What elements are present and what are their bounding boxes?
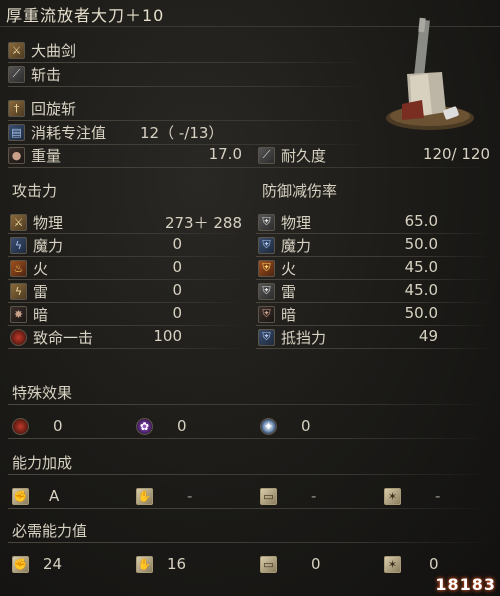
requirements-header: 必需能力值	[12, 522, 88, 540]
dexterity-icon: ✋	[136, 487, 153, 505]
durability-row: ⟋ 耐久度	[258, 145, 326, 165]
divider	[8, 508, 492, 509]
divider	[8, 542, 492, 543]
defense-dark-value: 50.0	[404, 304, 438, 322]
defense-row-fire: ⛨ 火	[258, 258, 296, 278]
divider	[8, 62, 368, 63]
defense-guard-value: 49	[418, 327, 438, 345]
lightning-icon: ϟ	[10, 282, 27, 300]
skill-row: † 回旋斩	[8, 98, 76, 118]
req-dexterity: ✋ 16	[136, 555, 187, 573]
weight-row: ● 重量	[8, 145, 61, 165]
shield-lightning-icon: ⛨	[258, 282, 275, 300]
weight-value: 17.0	[208, 145, 242, 163]
attack-row-lightning: ϟ 雷	[10, 281, 48, 301]
critical-icon	[10, 328, 27, 346]
attack-fire-value: 0	[172, 258, 182, 276]
weapon-type: 大曲剑	[31, 41, 77, 60]
fire-icon: ♨	[10, 259, 27, 277]
defense-row-lightning: ⛨ 雷	[258, 281, 296, 301]
weapon-class-icon: ⚔	[8, 41, 25, 59]
defense-lightning-value: 45.0	[404, 281, 438, 299]
attack-header: 攻击力	[12, 182, 58, 200]
req-faith: ✶ 0	[384, 554, 439, 574]
attack-physical-value: 273＋ 288	[164, 214, 242, 232]
effect-frost: ✦ 0	[260, 416, 311, 436]
magic-icon: ϟ	[10, 236, 27, 254]
attack-magic-value: 0	[172, 235, 182, 253]
scaling-strength: ✊ A	[12, 487, 60, 505]
effects-header: 特殊效果	[12, 384, 73, 402]
scaling-faith: ✶ -	[384, 486, 440, 506]
req-strength: ✊ 24	[12, 555, 63, 573]
durability-label: 耐久度	[281, 146, 327, 165]
divider	[8, 167, 492, 168]
strength-icon: ✊	[12, 555, 29, 573]
attack-type: 斩击	[31, 65, 62, 84]
attack-row-critical: 致命一击	[10, 327, 93, 347]
attack-type-row: ⟋ 斩击	[8, 64, 61, 84]
skill-name: 回旋斩	[31, 99, 77, 118]
divider	[8, 474, 492, 475]
weapon-stats-panel: 厚重流放者大刀＋10 ⚔ 大曲剑 ⟋ 斩击 † 回旋斩 ▤ 消耗专注值 12（ …	[0, 0, 500, 596]
durability-icon: ⟋	[258, 146, 275, 164]
attack-critical-value: 100	[153, 327, 182, 345]
frost-icon: ✦	[260, 417, 277, 435]
shield-magic-icon: ⛨	[258, 236, 275, 254]
fp-row: ▤ 消耗专注值	[8, 122, 106, 142]
defense-header: 防御减伤率	[262, 182, 338, 200]
shield-fire-icon: ⛨	[258, 259, 275, 277]
faith-icon: ✶	[384, 555, 401, 573]
scaling-dexterity: ✋ -	[136, 487, 193, 505]
attack-row-physical: ⚔ 物理	[10, 212, 63, 232]
fp-label: 消耗专注值	[31, 123, 107, 142]
fp-icon: ▤	[8, 123, 25, 141]
poison-icon: ✿	[136, 417, 153, 435]
watermark-logo: 18183	[435, 575, 496, 594]
effect-poison: ✿ 0	[136, 416, 187, 436]
effect-bleed: 0	[12, 416, 63, 436]
faith-icon: ✶	[384, 487, 401, 505]
req-intelligence: ▭ 0	[260, 554, 321, 574]
attack-dark-value: 0	[172, 304, 182, 322]
defense-row-magic: ⛨ 魔力	[258, 235, 311, 255]
attack-row-dark: ✸ 暗	[10, 304, 48, 324]
defense-physical-value: 65.0	[404, 212, 438, 230]
weapon-type-row: ⚔ 大曲剑	[8, 40, 76, 60]
intelligence-icon: ▭	[260, 487, 277, 505]
fp-value: 12（ -/13）	[140, 124, 224, 142]
sword-icon: ⚔	[10, 213, 27, 231]
divider	[256, 348, 492, 349]
attack-row-fire: ♨ 火	[10, 258, 48, 278]
scaling-intelligence: ▭ -	[260, 486, 316, 506]
defense-row-dark: ⛨ 暗	[258, 304, 296, 324]
defense-row-guard: ⛨ 抵挡力	[258, 327, 326, 347]
defense-magic-value: 50.0	[404, 235, 438, 253]
weapon-image	[386, 17, 474, 130]
divider	[8, 404, 492, 405]
shield-dark-icon: ⛨	[258, 305, 275, 323]
dark-icon: ✸	[10, 305, 27, 323]
defense-row-physical: ⛨ 物理	[258, 212, 311, 232]
scaling-header: 能力加成	[12, 454, 73, 472]
divider	[8, 86, 368, 87]
intelligence-icon: ▭	[260, 555, 277, 573]
attack-row-magic: ϟ 魔力	[10, 235, 63, 255]
weight-label: 重量	[31, 146, 62, 165]
shield-physical-icon: ⛨	[258, 213, 275, 231]
attack-lightning-value: 0	[172, 281, 182, 299]
bleed-icon	[12, 417, 29, 435]
defense-fire-value: 45.0	[404, 258, 438, 276]
skill-icon: †	[8, 99, 25, 117]
strength-icon: ✊	[12, 487, 29, 505]
guard-icon: ⛨	[258, 328, 275, 346]
durability-value: 120/ 120	[422, 145, 490, 163]
slash-icon: ⟋	[8, 65, 25, 83]
weight-icon: ●	[8, 146, 25, 164]
divider	[8, 348, 248, 349]
weapon-title: 厚重流放者大刀＋10	[6, 6, 165, 25]
dexterity-icon: ✋	[136, 555, 153, 573]
divider	[8, 438, 492, 439]
